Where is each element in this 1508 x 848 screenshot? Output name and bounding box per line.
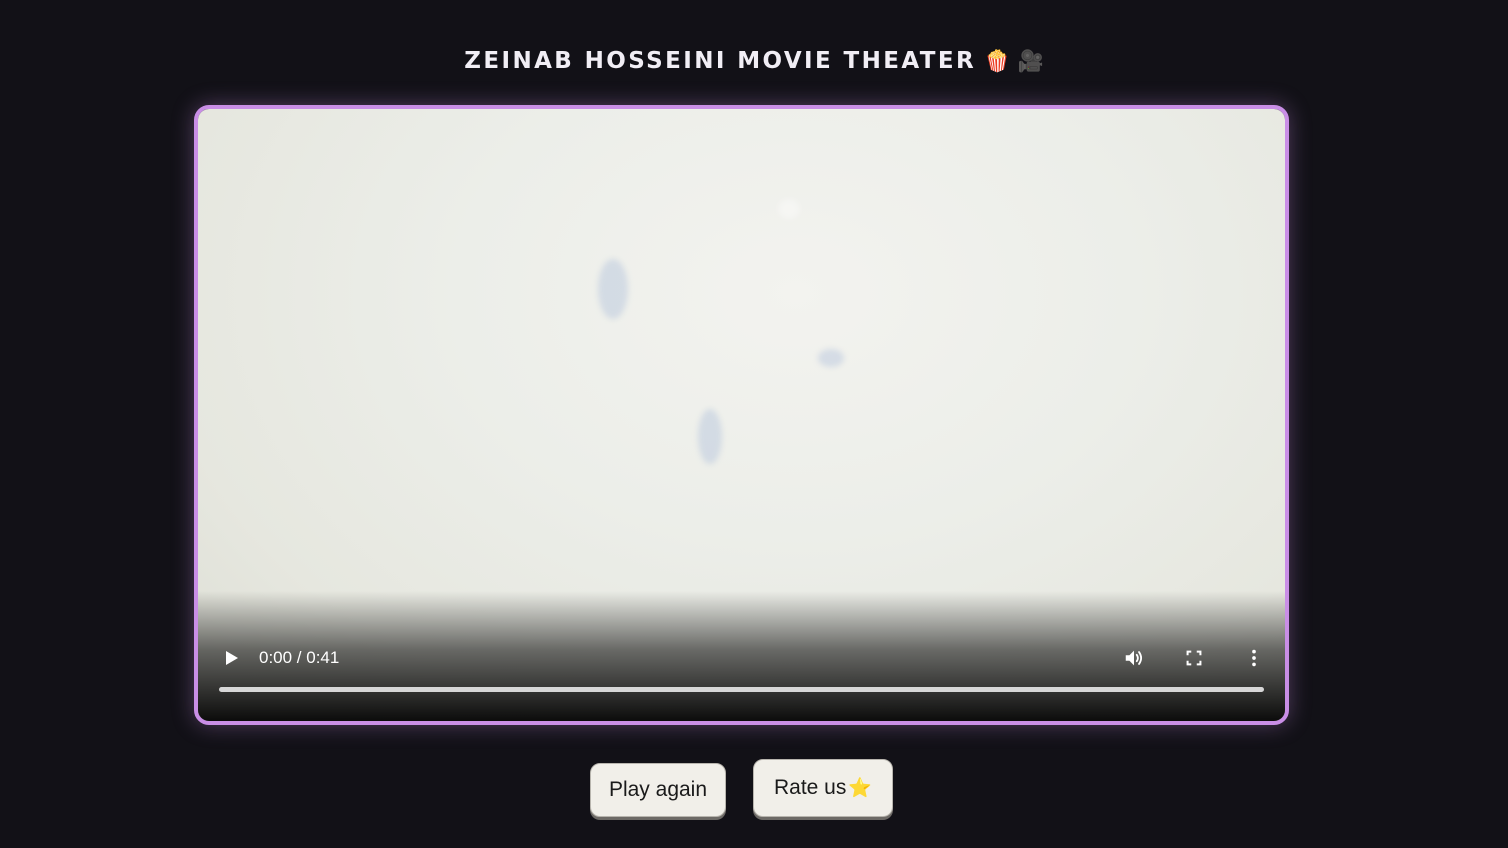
play-icon[interactable] bbox=[220, 647, 242, 669]
rate-us-button[interactable]: Rate us ⭐ bbox=[753, 759, 893, 817]
page-title-text: ZEINAB HOSSEINI MOVIE THEATER bbox=[464, 48, 977, 74]
time-display: 0:00 / 0:41 bbox=[259, 648, 340, 667]
page: ZEINAB HOSSEINI MOVIE THEATER 🍿 🎥 0:00 / … bbox=[0, 0, 1508, 848]
more-vertical-icon[interactable] bbox=[1243, 647, 1265, 669]
page-title: ZEINAB HOSSEINI MOVIE THEATER 🍿 🎥 bbox=[0, 42, 1508, 80]
play-again-button[interactable]: Play again bbox=[590, 763, 726, 817]
fullscreen-icon[interactable] bbox=[1183, 647, 1205, 669]
rate-us-label: Rate us bbox=[773, 776, 847, 799]
popcorn-camera-emoji: 🍿 🎥 bbox=[984, 49, 1044, 73]
volume-icon[interactable] bbox=[1123, 647, 1145, 669]
video-player[interactable]: 0:00 / 0:41 bbox=[194, 105, 1289, 725]
star-icon: ⭐ bbox=[848, 778, 873, 799]
seek-bar[interactable] bbox=[219, 687, 1264, 692]
play-again-label: Play again bbox=[608, 778, 708, 801]
video-controls: 0:00 / 0:41 bbox=[198, 611, 1285, 721]
